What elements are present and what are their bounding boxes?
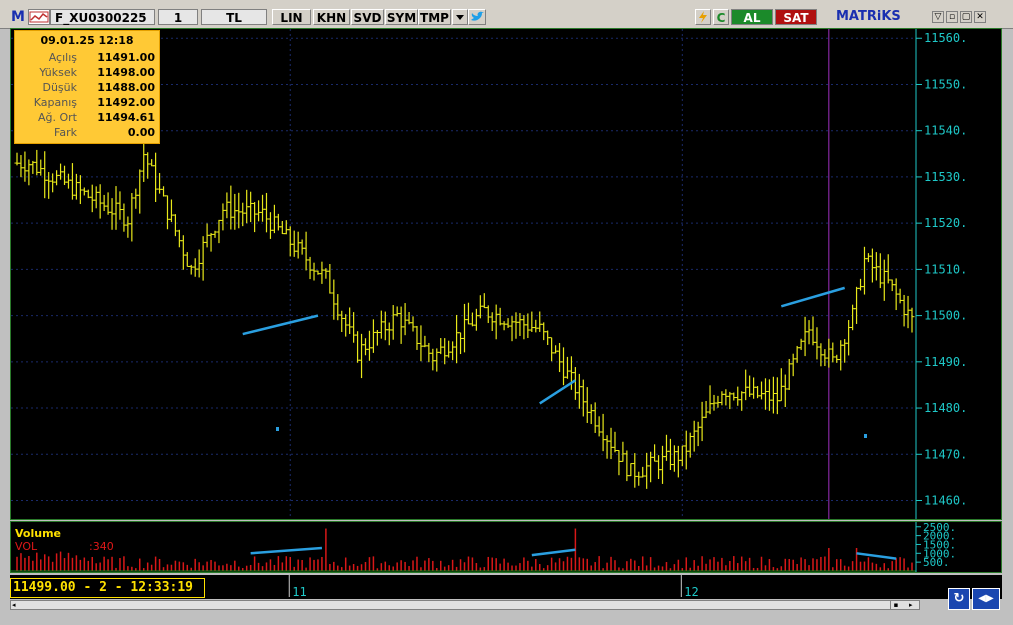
twitter-bird-icon[interactable] xyxy=(468,9,486,25)
info-label: Ağ. Ort xyxy=(38,111,77,124)
info-row-open: Açılış 11491.00 xyxy=(15,50,159,65)
lin-button[interactable]: LIN xyxy=(272,9,311,25)
volume-chart-panel[interactable]: 2500. 2000. 1500. 1000. 500. Volume VOL :340 xyxy=(10,521,1002,573)
y-tick-label: 11540. xyxy=(924,124,967,138)
info-label: Yüksek xyxy=(39,66,77,79)
period-field[interactable]: 1 xyxy=(158,9,198,25)
refresh-icon[interactable]: ↻ xyxy=(948,588,970,610)
info-row-change: Fark 0.00 xyxy=(15,125,159,140)
y-tick-label: 11480. xyxy=(924,401,967,415)
scroll-right-icon[interactable]: ▸ xyxy=(909,602,917,609)
info-label: Kapanış xyxy=(33,96,77,109)
info-label: Açılış xyxy=(48,51,77,64)
nav-arrows-icon[interactable]: ◀▶ xyxy=(972,588,1000,610)
scroll-left-icon[interactable]: ◂ xyxy=(12,602,20,609)
y-tick-label: 11490. xyxy=(924,355,967,369)
volume-indicator: VOL xyxy=(15,540,38,553)
currency-field[interactable]: TL xyxy=(201,9,267,25)
close-icon[interactable]: ✕ xyxy=(974,11,986,23)
volume-trendline xyxy=(250,546,323,555)
marker-point xyxy=(276,427,279,431)
info-value: 11498.00 xyxy=(97,66,155,79)
brand-logo: MATRiKS xyxy=(836,9,901,24)
trendline xyxy=(780,286,846,308)
c-button[interactable]: C xyxy=(713,9,729,25)
sym-button[interactable]: SYM xyxy=(385,9,418,25)
svd-button[interactable]: SVD xyxy=(351,9,384,25)
volume-trendline xyxy=(531,548,576,557)
y-tick-label: 11460. xyxy=(924,494,967,508)
volume-title: Volume xyxy=(15,527,61,540)
volume-tick-label: 500. xyxy=(923,556,950,569)
sell-button[interactable]: SAT xyxy=(775,9,817,25)
volume-trendline xyxy=(856,552,897,560)
info-row-high: Yüksek 11498.00 xyxy=(15,65,159,80)
horizontal-scrollbar[interactable]: ◂ ▪ ▸ xyxy=(10,600,920,610)
chart-toolbar: M F_XU0300225 1 TL LIN KHN SVD SYM TMP C… xyxy=(0,0,1013,29)
marker-point xyxy=(864,434,867,438)
symbol-field[interactable]: F_XU0300225 xyxy=(50,9,155,25)
volume-value: :340 xyxy=(89,540,114,553)
y-tick-label: 11520. xyxy=(924,216,967,230)
khn-button[interactable]: KHN xyxy=(313,9,350,25)
y-tick-label: 11470. xyxy=(924,447,967,461)
info-label: Fark xyxy=(54,126,77,139)
trendline xyxy=(539,379,577,405)
dropdown-arrow-icon[interactable] xyxy=(452,9,468,25)
maximize-icon[interactable]: ▢ xyxy=(960,11,972,23)
y-tick-label: 11500. xyxy=(924,309,967,323)
buy-button[interactable]: AL xyxy=(731,9,773,25)
volume-chart: 2500.2000.1500.1000.500. xyxy=(11,521,956,572)
info-row-low: Düşük 11488.00 xyxy=(15,80,159,95)
info-value: 11491.00 xyxy=(97,51,155,64)
x-tick-label: 11 xyxy=(292,585,306,599)
info-value: 0.00 xyxy=(127,126,155,139)
info-value: 11488.00 xyxy=(97,81,155,94)
info-value: 11492.00 xyxy=(97,96,155,109)
window-menu-icon[interactable]: ▽ xyxy=(932,11,944,23)
info-label: Düşük xyxy=(42,81,77,94)
chart-icon[interactable] xyxy=(28,9,50,25)
info-value: 11494.61 xyxy=(97,111,155,124)
y-tick-label: 11560. xyxy=(924,31,967,45)
lightning-icon[interactable] xyxy=(695,9,711,25)
info-datetime: 09.01.25 12:18 xyxy=(40,34,134,47)
y-tick-label: 11550. xyxy=(924,77,967,91)
trendline xyxy=(242,314,319,336)
x-tick-label: 12 xyxy=(684,585,698,599)
ohlc-info-box: 09.01.25 12:18 Açılış 11491.00 Yüksek 1149… xyxy=(14,30,160,144)
tmp-button[interactable]: TMP xyxy=(418,9,451,25)
cursor-readout: 11499.00 - 2 - 12:33:19 xyxy=(10,578,205,598)
y-tick-label: 11530. xyxy=(924,170,967,184)
app-logo: M xyxy=(11,9,25,25)
scroll-thumb[interactable]: ▪ xyxy=(890,601,901,609)
info-row-avg: Ağ. Ort 11494.61 xyxy=(15,110,159,125)
info-row-close: Kapanış 11492.00 xyxy=(15,95,159,110)
minimize-icon[interactable]: ▫ xyxy=(946,11,958,23)
y-tick-label: 11510. xyxy=(924,262,967,276)
